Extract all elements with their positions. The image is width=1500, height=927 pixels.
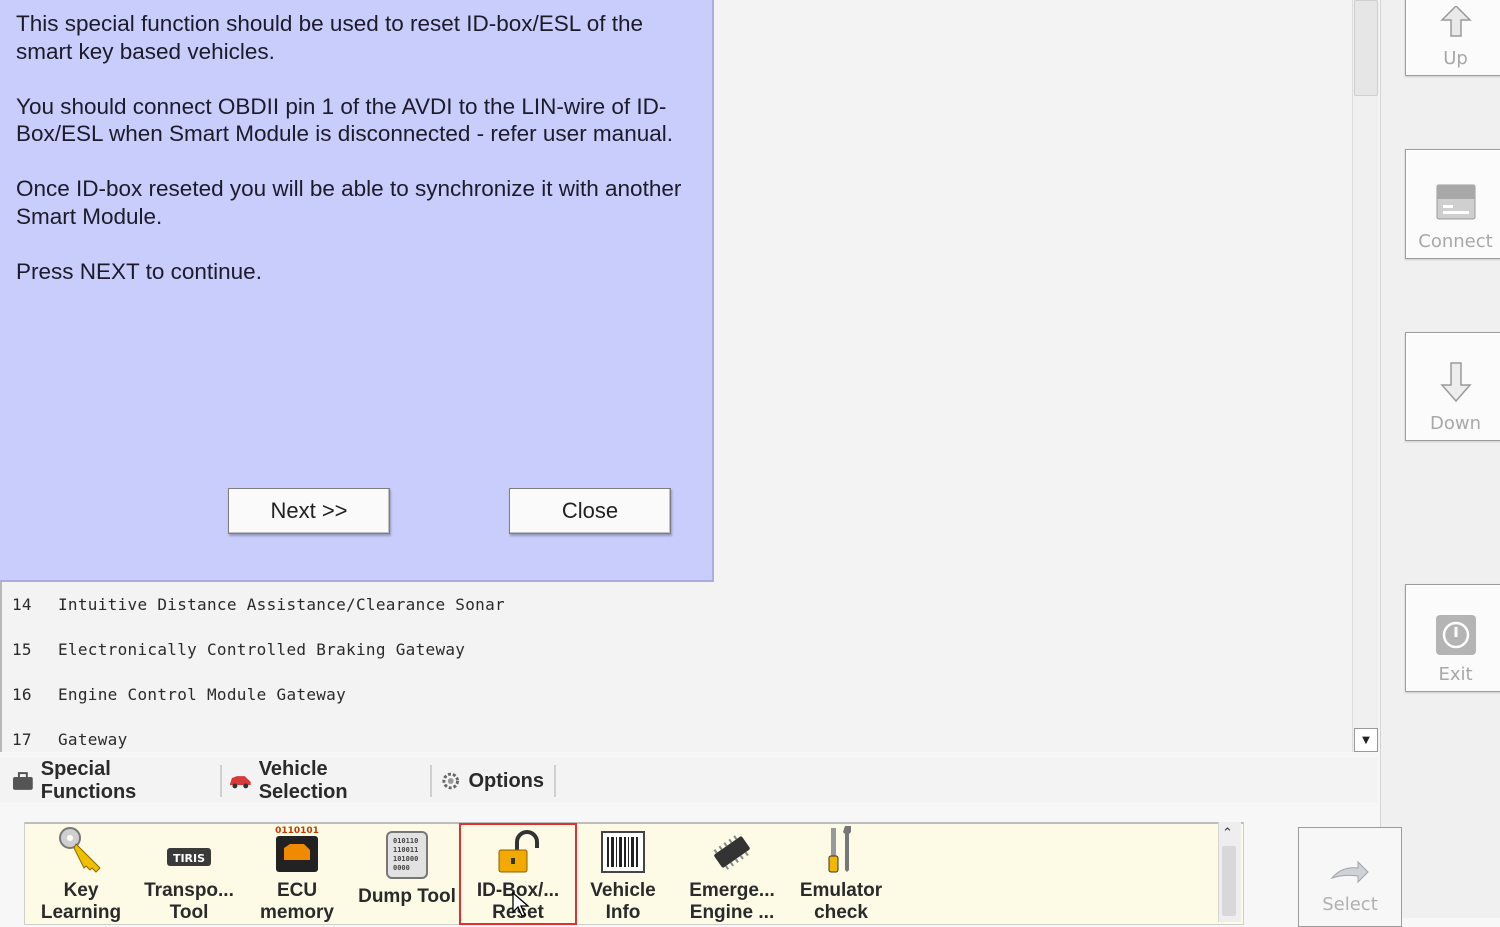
- dump-bits-line: 010110: [393, 837, 418, 845]
- key-learning-tool[interactable]: Key Learning: [26, 824, 136, 924]
- connect-button-label: Connect: [1418, 231, 1493, 252]
- select-button-label: Select: [1322, 894, 1378, 915]
- dialog-paragraph: Once ID-box reseted you will be able to …: [16, 176, 682, 229]
- list-item[interactable]: 14 Intuitive Distance Assistance/Clearan…: [12, 595, 505, 640]
- tab-bar: Special Functions Vehicle Selection Opti…: [0, 757, 1378, 803]
- list-item-number: 14: [12, 595, 32, 614]
- tool-label: Learning: [40, 902, 122, 923]
- tab-label: Options: [468, 769, 544, 792]
- connect-icon: [1436, 184, 1475, 220]
- vehicle-info-tool[interactable]: Vehicle Info: [568, 824, 678, 924]
- barcode-icon: [601, 831, 645, 873]
- reset-info-dialog: This special function should be used to …: [0, 0, 714, 582]
- tool-label: check: [814, 902, 868, 923]
- transponder-tool[interactable]: TIRIS Transpo... Tool: [134, 824, 244, 924]
- exit-button[interactable]: Exit: [1405, 584, 1500, 692]
- select-button[interactable]: Select: [1298, 827, 1402, 927]
- binary-document-icon: 010110 110011 101000 0000: [386, 831, 428, 879]
- dump-bits-line: 110011: [393, 846, 418, 854]
- tool-label: Emulator: [799, 880, 883, 901]
- right-button-column: Up Connect Down Exit: [1380, 0, 1500, 918]
- up-button[interactable]: Up: [1405, 0, 1500, 76]
- list-item-number: 15: [12, 640, 32, 659]
- dialog-message: This special function should be used to …: [16, 10, 696, 313]
- connect-button[interactable]: Connect: [1405, 149, 1500, 259]
- tool-label: Vehicle: [590, 880, 656, 901]
- special-functions-toolbar: Key Learning TIRIS Transpo... Tool 01101…: [24, 822, 1244, 925]
- list-item-number: 17: [12, 730, 32, 749]
- toolbar-scrollbar[interactable]: ⌃: [1218, 822, 1241, 922]
- exit-button-label: Exit: [1438, 664, 1473, 685]
- mouse-cursor-icon: [512, 892, 530, 917]
- list-scrollbar-thumb[interactable]: [1354, 0, 1378, 96]
- list-item[interactable]: 17 Gateway: [12, 730, 505, 750]
- power-icon: [1435, 615, 1476, 655]
- next-button[interactable]: Next >>: [228, 488, 390, 534]
- ecu-memory-tool[interactable]: 0110101 ECU memory: [242, 824, 352, 924]
- transponder-chip-text: TIRIS: [173, 852, 205, 865]
- scroll-down-button[interactable]: ▼: [1354, 728, 1378, 752]
- tab-vehicle-selection[interactable]: Vehicle Selection: [228, 758, 432, 803]
- tool-label: Transpo...: [144, 880, 234, 901]
- dump-tool[interactable]: 010110 110011 101000 0000 Dump Tool: [352, 824, 462, 924]
- dump-bits-line: 0000: [393, 864, 410, 872]
- emergency-engine-tool[interactable]: Emerge... Engine ...: [677, 824, 787, 924]
- ecu-digits: 0110101: [275, 826, 319, 836]
- tab-label: Vehicle Selection: [258, 758, 348, 803]
- tool-label: Info: [605, 902, 641, 923]
- tool-label: Engine ...: [689, 902, 775, 923]
- list-item[interactable]: 15 Electronically Controlled Braking Gat…: [12, 640, 505, 685]
- screwdriver-wrench-icon: [828, 826, 851, 873]
- arrow-right-icon: [1330, 860, 1369, 884]
- toolbar-scrollbar-thumb[interactable]: [1222, 846, 1236, 916]
- list-item-number: 16: [12, 685, 32, 704]
- dialog-paragraph: Press NEXT to continue.: [16, 258, 262, 284]
- dialog-paragraph: This special function should be used to …: [16, 11, 644, 64]
- chevron-up-icon[interactable]: ⌃: [1222, 826, 1233, 841]
- tool-label: Tool: [169, 902, 209, 923]
- list-item[interactable]: 16 Engine Control Module Gateway: [12, 685, 505, 730]
- key-icon: [59, 827, 101, 873]
- down-button[interactable]: Down: [1405, 332, 1500, 441]
- function-list-rows: 14 Intuitive Distance Assistance/Clearan…: [12, 595, 505, 750]
- ecu-chip-icon: 0110101: [275, 826, 319, 872]
- tool-label: memory: [260, 902, 334, 923]
- tab-special-functions[interactable]: Special Functions: [12, 758, 222, 803]
- car-icon: [229, 776, 251, 789]
- toolbox-icon: [12, 772, 33, 790]
- tool-label: Dump Tool: [358, 886, 456, 907]
- tab-options[interactable]: Options: [440, 765, 556, 797]
- arrow-down-icon: [1439, 362, 1472, 403]
- ic-chip-icon: [713, 835, 750, 870]
- list-item-label: Intuitive Distance Assistance/Clearance …: [58, 595, 505, 614]
- tool-label: Key: [63, 880, 99, 901]
- list-item-label: Gateway: [58, 730, 128, 749]
- emulator-check-tool[interactable]: Emulator check: [786, 824, 896, 924]
- tool-label: ECU: [276, 880, 318, 901]
- tool-label: Emerge...: [689, 880, 775, 901]
- gear-icon: [442, 772, 460, 790]
- dialog-paragraph: You should connect OBDII pin 1 of the AV…: [16, 93, 673, 147]
- dump-bits-line: 101000: [393, 855, 418, 863]
- down-button-label: Down: [1429, 413, 1481, 434]
- up-button-label: Up: [1443, 48, 1468, 69]
- transponder-chip-icon: TIRIS: [167, 848, 211, 866]
- unlocked-padlock-icon: [498, 830, 539, 873]
- tab-label: Special Functions: [40, 758, 137, 803]
- list-scrollbar[interactable]: ▼: [1352, 0, 1379, 752]
- close-button[interactable]: Close: [509, 488, 671, 534]
- arrow-up-icon: [1439, 6, 1472, 37]
- triangle-down-icon: ▼: [1362, 734, 1370, 746]
- list-item-label: Electronically Controlled Braking Gatewa…: [58, 640, 466, 659]
- list-item-label: Engine Control Module Gateway: [58, 685, 347, 704]
